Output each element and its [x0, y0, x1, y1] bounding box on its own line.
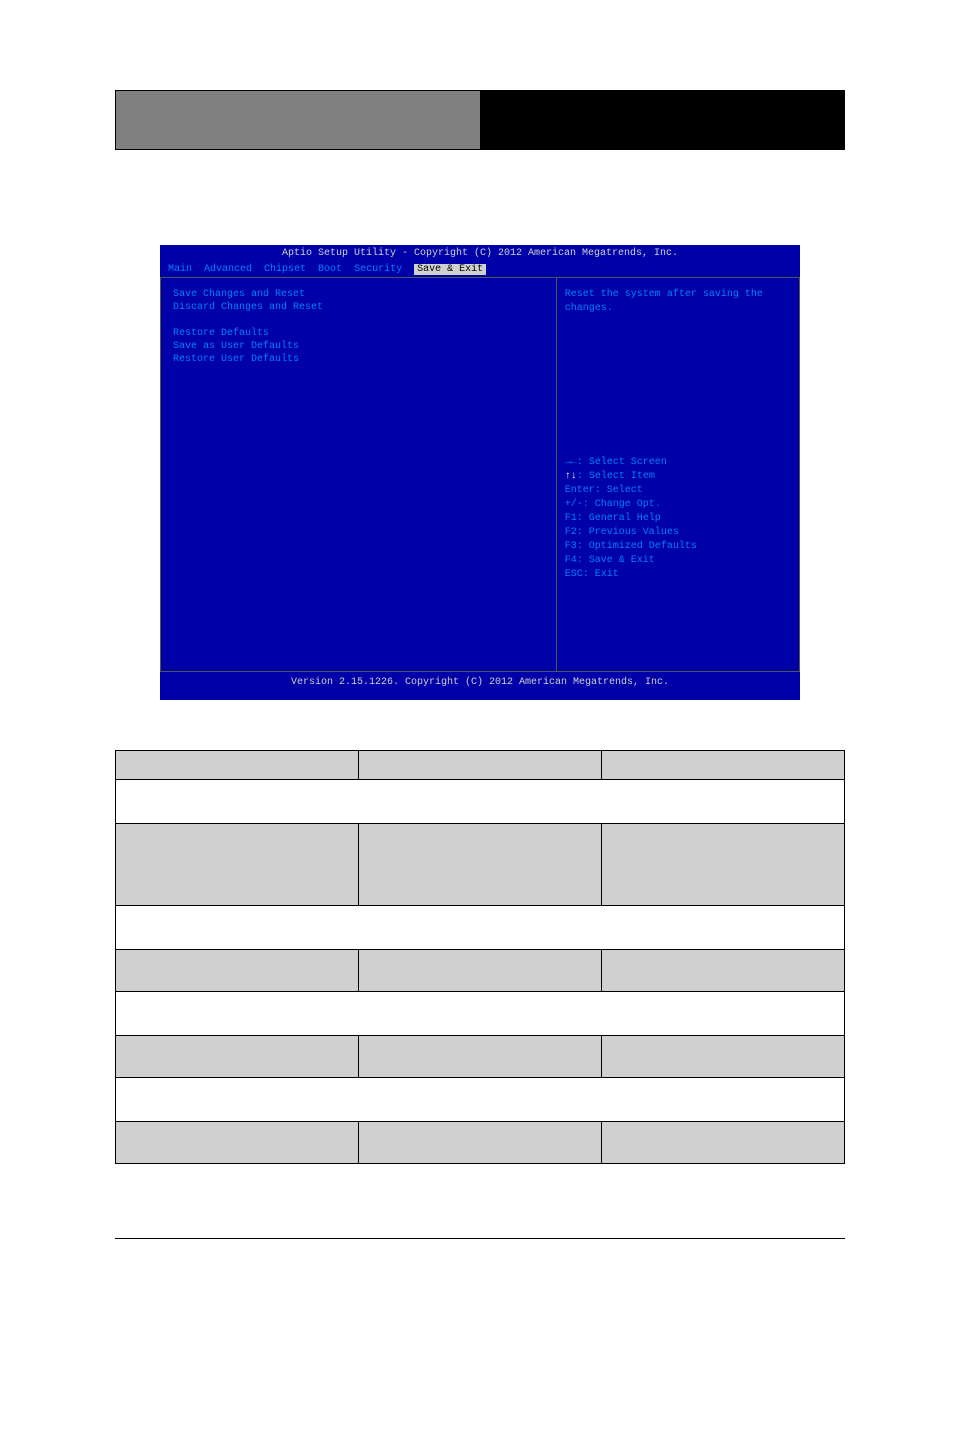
table-cell: [359, 950, 602, 992]
bios-menu-advanced: Advanced: [204, 264, 252, 275]
table-header-row: [116, 751, 845, 780]
bios-item-restore-defaults: Restore Defaults: [173, 327, 544, 340]
table-cell: [359, 1036, 602, 1078]
header-right-cell: [480, 90, 845, 150]
table-row: [116, 1036, 845, 1078]
table-cell-span: [116, 1078, 845, 1122]
table-cell: [116, 824, 359, 906]
table-cell-span: [116, 780, 845, 824]
table-header-3: [602, 751, 845, 780]
table-cell: [116, 1122, 359, 1164]
table-cell: [602, 1036, 845, 1078]
table-cell: [602, 1122, 845, 1164]
bios-key-f4: F4: Save & Exit: [565, 554, 791, 568]
table-cell: [359, 824, 602, 906]
table-row: [116, 780, 845, 824]
table-header-1: [116, 751, 359, 780]
bios-key-esc: ESC: Exit: [565, 568, 791, 582]
bios-menu-security: Security: [354, 264, 402, 275]
bios-menu-bar: Main Advanced Chipset Boot Security Save…: [160, 262, 800, 277]
page-footer-line: [115, 1238, 845, 1239]
table-row: [116, 824, 845, 906]
table-row: [116, 1078, 845, 1122]
header-left-cell: [115, 90, 480, 150]
bios-key-f2: F2: Previous Values: [565, 526, 791, 540]
table-cell: [359, 1122, 602, 1164]
bios-item-restore-user-defaults: Restore User Defaults: [173, 353, 544, 366]
bios-footer: Version 2.15.1226. Copyright (C) 2012 Am…: [160, 672, 800, 691]
bios-key-screen: →←: Select Screen: [565, 456, 791, 470]
table-row: [116, 950, 845, 992]
bios-title: Aptio Setup Utility - Copyright (C) 2012…: [160, 245, 800, 262]
page-header: [115, 90, 845, 150]
bios-screenshot: Aptio Setup Utility - Copyright (C) 2012…: [160, 245, 800, 700]
bios-key-item: ↑↓: Select Item: [565, 470, 791, 484]
table-row: [116, 992, 845, 1036]
options-table: [115, 750, 845, 1164]
bios-menu-main: Main: [168, 264, 192, 275]
table-header-2: [359, 751, 602, 780]
bios-item-save-user-defaults: Save as User Defaults: [173, 340, 544, 353]
table-cell: [602, 950, 845, 992]
bios-key-enter: Enter: Select: [565, 484, 791, 498]
bios-left-panel: Save Changes and Reset Discard Changes a…: [160, 277, 557, 672]
bios-item-save-reset: Save Changes and Reset: [173, 288, 544, 301]
table-cell-span: [116, 906, 845, 950]
table-cell: [602, 824, 845, 906]
bios-key-change: +/-: Change Opt.: [565, 498, 791, 512]
bios-help-text: Reset the system after saving the change…: [565, 288, 791, 316]
table-cell: [116, 950, 359, 992]
bios-key-f1: F1: General Help: [565, 512, 791, 526]
bios-key-f3: F3: Optimized Defaults: [565, 540, 791, 554]
bios-item-blank: [173, 314, 544, 327]
table-cell: [116, 1036, 359, 1078]
bios-right-panel: Reset the system after saving the change…: [557, 277, 800, 672]
table-cell-span: [116, 992, 845, 1036]
bios-menu-save-exit: Save & Exit: [414, 264, 486, 275]
bios-keys-help: →←: Select Screen ↑↓: Select Item Enter:…: [565, 456, 791, 582]
table-row: [116, 1122, 845, 1164]
bios-body: Save Changes and Reset Discard Changes a…: [160, 277, 800, 672]
table-row: [116, 906, 845, 950]
bios-menu-chipset: Chipset: [264, 264, 306, 275]
bios-menu-boot: Boot: [318, 264, 342, 275]
bios-item-discard-reset: Discard Changes and Reset: [173, 301, 544, 314]
